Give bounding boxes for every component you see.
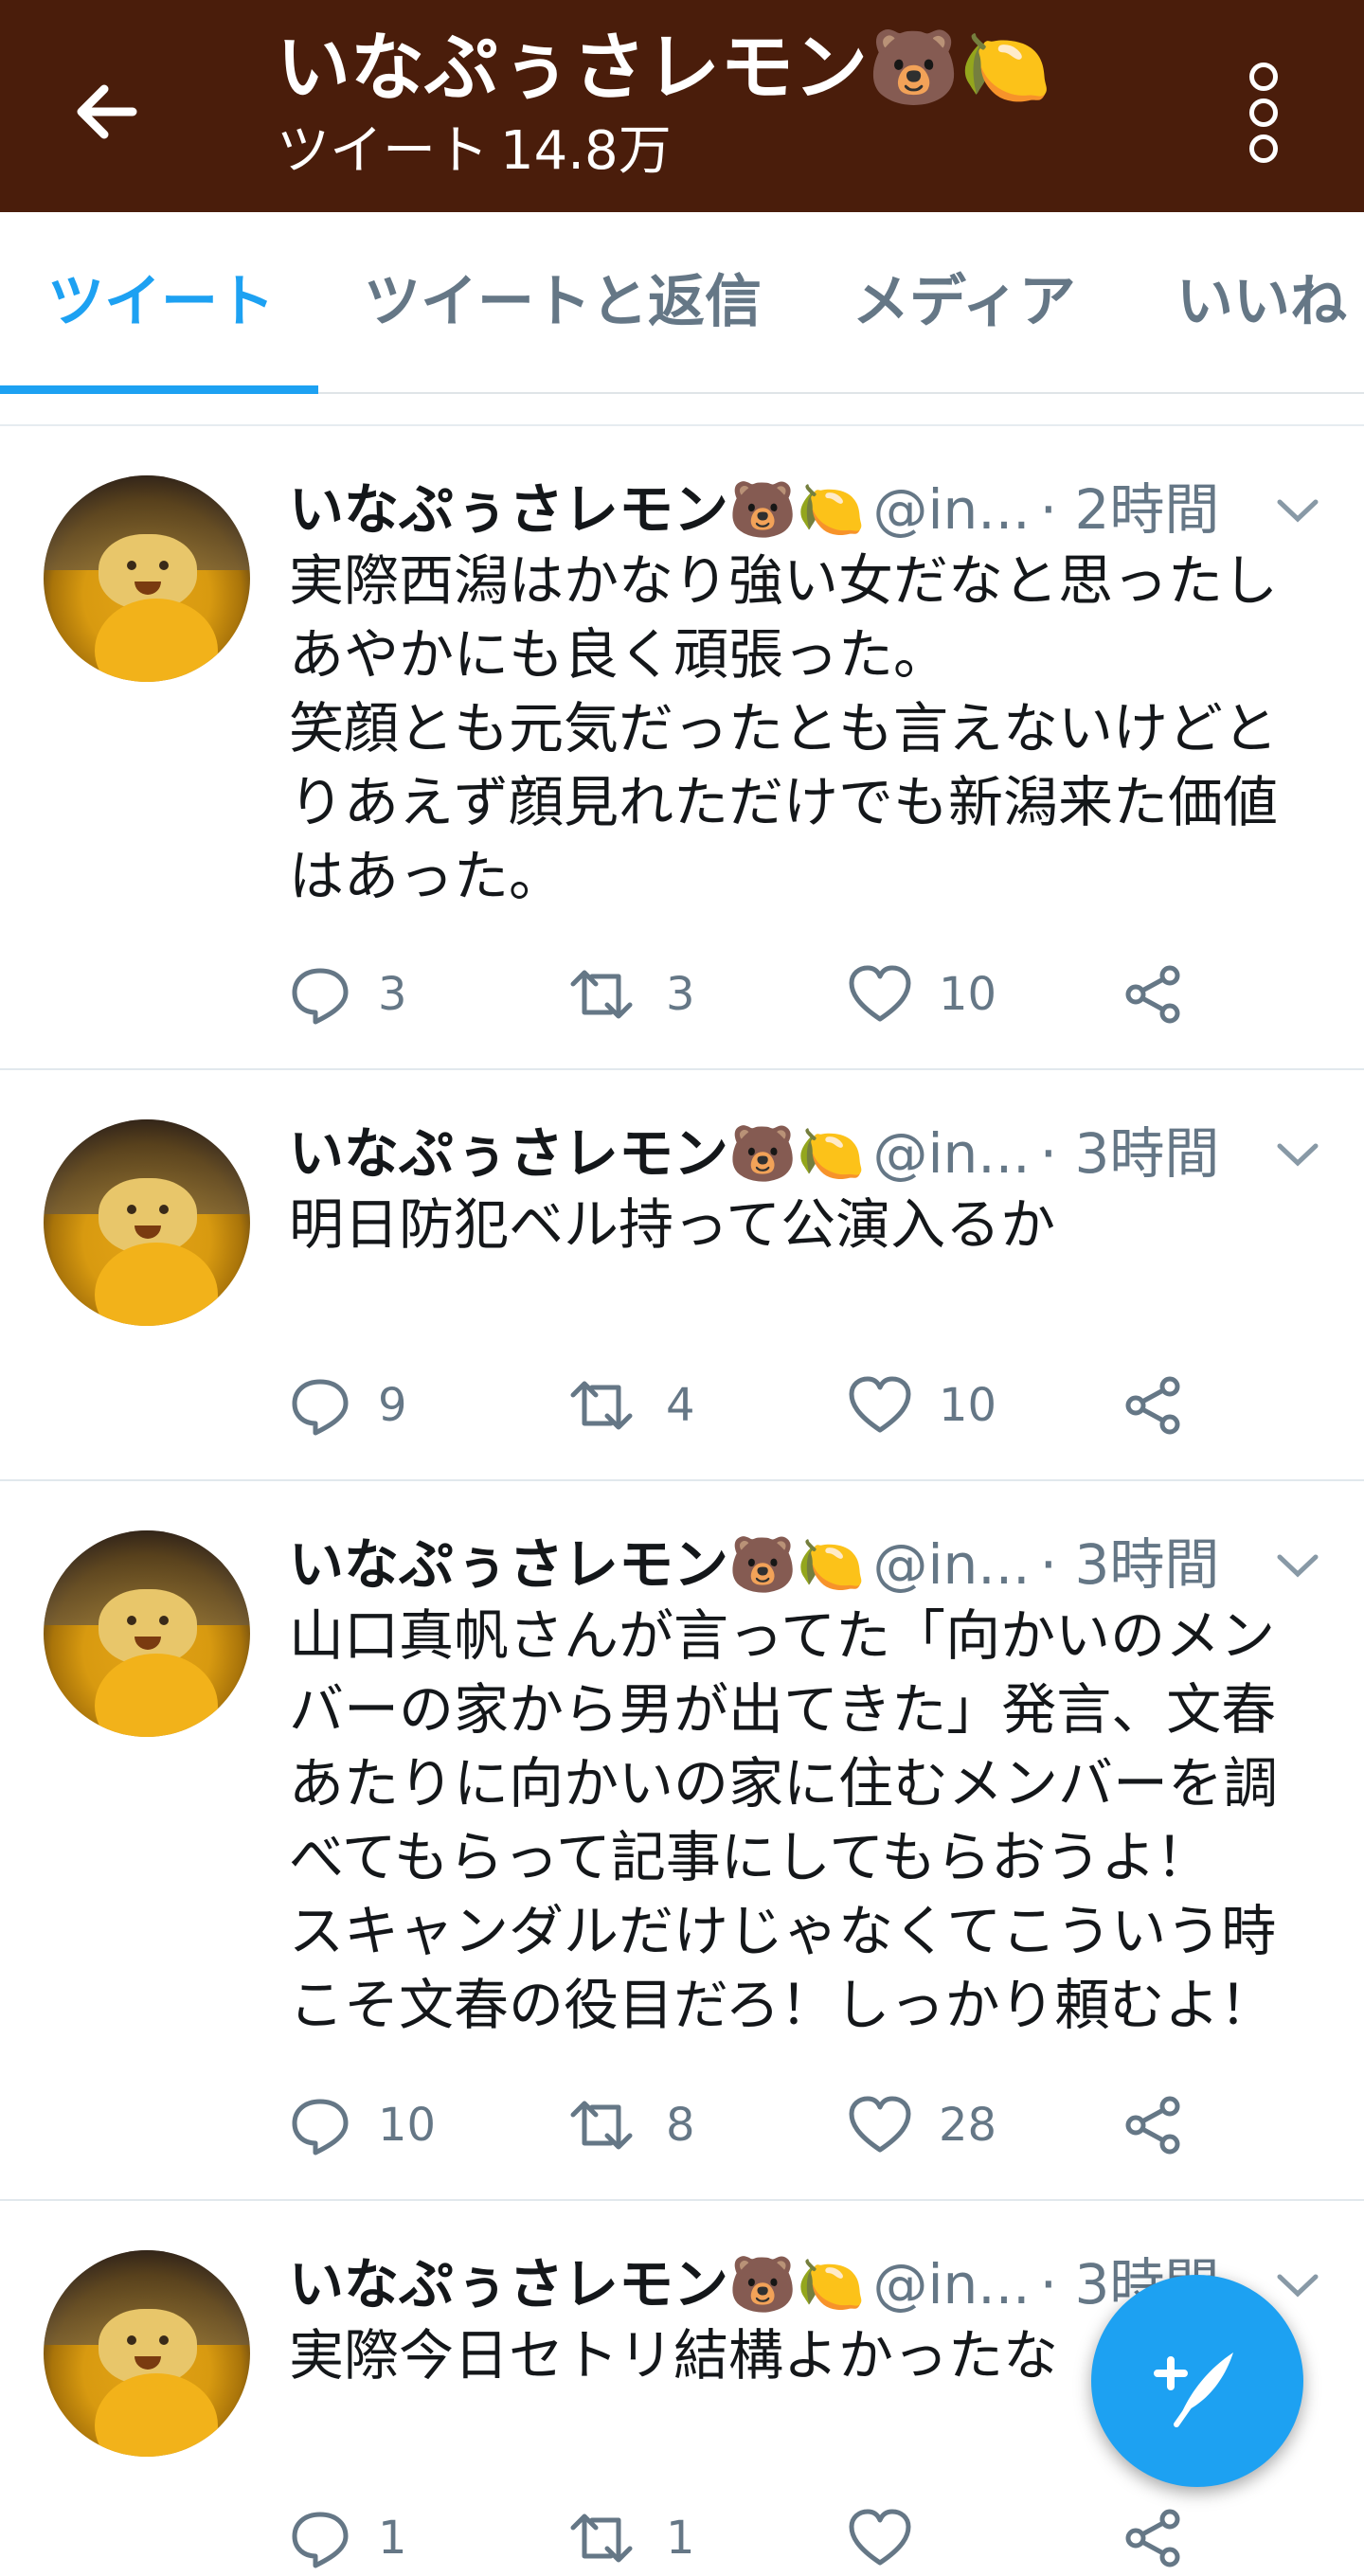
chevron-down-icon[interactable] [1274,1547,1321,1585]
like-button[interactable]: 10 [848,957,996,1032]
compose-tweet-icon [1154,2352,1233,2427]
tab-tweets[interactable]: ツイート [47,212,275,392]
profile-title-block: いなぷぅさレモン🐻🍋 ツイート 14.8万 [277,19,1129,186]
tweet[interactable]: いなぷぅさレモン🐻🍋 @in... · 3時間 山口真帆さんが言ってた「向かいのメン… [0,1481,1364,2201]
tweet-actions: 10 8 28 [289,2087,1350,2163]
retweet-button[interactable]: 3 [564,957,695,1032]
tweet-text: 実際西潟はかなり強い女だなと思ったし あやかにも良く頑張った。 笑顔とも元気だっ… [289,548,1279,908]
like-button[interactable]: 28 [848,2087,996,2163]
tab-likes[interactable]: いいね [1176,212,1347,392]
reply-button[interactable]: 10 [289,2087,436,2163]
tweet-header: いなぷぅさレモン🐻🍋 @in... · 3時間 [289,1116,1331,1191]
tab-tweets-and-replies[interactable]: ツイートと返信 [364,212,762,392]
arrow-left-icon [77,84,137,139]
tweet-count-label: ツイート [277,120,489,182]
share-icon [1125,2509,1180,2567]
like-count: 10 [939,968,997,1021]
tweet-text: 山口真帆さんが言ってた「向かいのメン バーの家から男が出てきた」発言、文春 あた… [289,1603,1279,2037]
dot-icon [1249,98,1278,127]
tweet-author-handle: @in... [872,1121,1031,1186]
retweet-icon [570,970,633,1019]
reply-count: 3 [378,968,407,1021]
tab-media[interactable]: メディア [852,212,1076,392]
reply-button[interactable]: 1 [289,2500,407,2576]
profile-name: いなぷぅさレモン🐻🍋 [277,26,1052,111]
retweet-icon [570,2513,633,2563]
tweet[interactable]: いなぷぅさレモン🐻🍋 @in... · 3時間 明日防犯ベル持って公演入るか 9 4… [0,1070,1364,1481]
share-icon [1125,965,1180,1024]
profile-tabs: ツイート ツイートと返信 メディア いいね [0,212,1364,394]
tweet-header: いなぷぅさレモン🐻🍋 @in... · 3時間 [289,1527,1331,1602]
tweet-count-value: 14.8万 [500,120,672,182]
chevron-down-icon[interactable] [1274,1136,1321,1174]
reply-icon [292,2512,349,2568]
reply-count: 10 [378,2099,437,2152]
avatar[interactable] [44,1530,250,1737]
like-count: 28 [939,2099,997,2152]
like-button[interactable] [848,2500,939,2576]
retweet-count: 3 [666,968,695,1021]
tweet-author-name[interactable]: いなぷぅさレモン🐻🍋 [289,1121,865,1186]
share-button[interactable] [1122,957,1185,1032]
tweet-author-handle: @in... [872,477,1031,542]
tweet-time: · 2時間 [1039,477,1220,542]
tweet-author-name[interactable]: いなぷぅさレモン🐻🍋 [289,477,865,542]
tweet-time: · 3時間 [1039,1532,1220,1597]
retweet-count: 4 [666,1379,695,1432]
back-button[interactable] [59,64,153,159]
tweet-author-handle: @in... [872,1532,1031,1597]
heart-icon [849,1376,911,1433]
heart-icon [849,2096,911,2153]
tweet-text: 明日防犯ベル持って公演入るか [289,1192,1056,1257]
tweet-author-name[interactable]: いなぷぅさレモン🐻🍋 [289,2252,865,2317]
tweet-actions: 1 1 [289,2500,1350,2576]
tweet-header: いなぷぅさレモン🐻🍋 @in... · 2時間 [289,472,1331,547]
reply-count: 9 [378,1379,407,1432]
more-options-button[interactable] [1231,63,1296,163]
share-button[interactable] [1122,1368,1185,1443]
avatar[interactable] [44,1119,250,1326]
active-tab-indicator [0,385,318,394]
retweet-count: 1 [666,2512,695,2565]
compose-tweet-button[interactable] [1091,2275,1303,2487]
tweet-actions: 9 4 10 [289,1368,1350,1443]
reply-button[interactable]: 9 [289,1368,407,1443]
like-count: 10 [939,1379,997,1432]
dot-icon [1249,63,1278,91]
tweet-actions: 3 3 10 [289,957,1350,1032]
tweet-time: · 3時間 [1039,1121,1220,1186]
share-icon [1125,1376,1180,1435]
reply-button[interactable]: 3 [289,957,407,1032]
reply-count: 1 [378,2512,407,2565]
share-icon [1125,2096,1180,2155]
tweet[interactable]: いなぷぅさレモン🐻🍋 @in... · 2時間 実際西潟はかなり強い女だなと思ったし… [0,426,1364,1070]
heart-icon [849,2509,911,2566]
avatar[interactable] [44,475,250,682]
chevron-down-icon[interactable] [1274,2267,1321,2305]
retweet-button[interactable]: 8 [564,2087,695,2163]
retweet-icon [570,2101,633,2150]
share-button[interactable] [1122,2087,1185,2163]
like-button[interactable]: 10 [848,1368,996,1443]
heart-icon [849,965,911,1022]
share-button[interactable] [1122,2500,1185,2576]
dot-icon [1249,134,1278,163]
tweet-author-handle: @in... [872,2252,1031,2317]
tweet-author-name[interactable]: いなぷぅさレモン🐻🍋 [289,1532,865,1597]
chevron-down-icon[interactable] [1274,492,1321,530]
reply-icon [292,1379,349,1436]
retweet-count: 8 [666,2099,695,2152]
retweet-icon [570,1381,633,1430]
retweet-button[interactable]: 4 [564,1368,695,1443]
reply-icon [292,2099,349,2156]
avatar[interactable] [44,2250,250,2457]
tweet-count: ツイート 14.8万 [277,117,1129,186]
reply-icon [292,968,349,1025]
app-bar: いなぷぅさレモン🐻🍋 ツイート 14.8万 [0,0,1364,212]
retweet-button[interactable]: 1 [564,2500,695,2576]
